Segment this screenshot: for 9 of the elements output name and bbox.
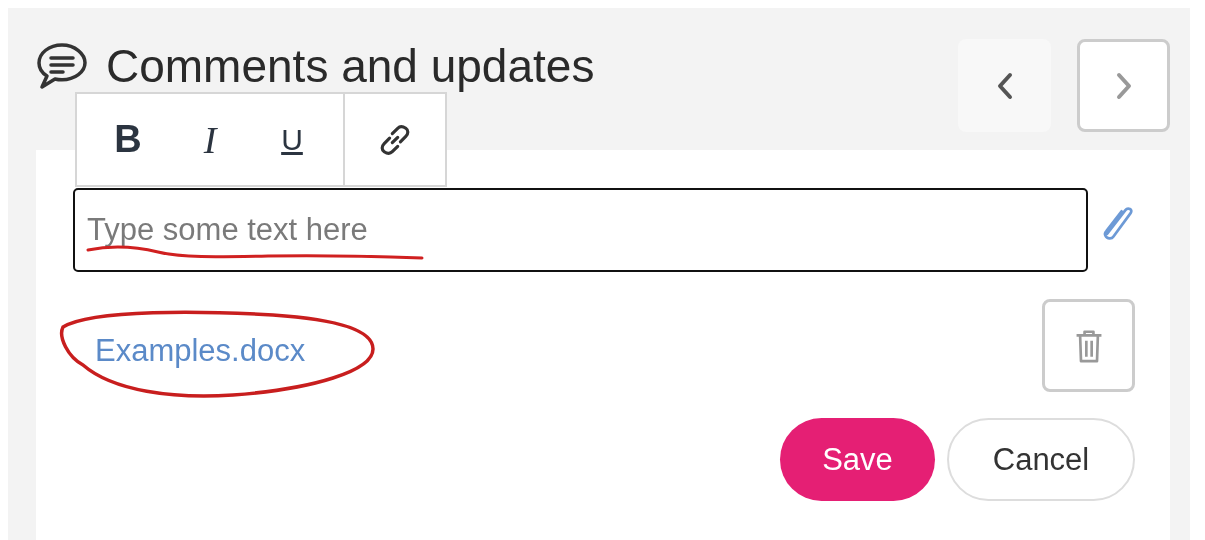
delete-button[interactable] xyxy=(1042,299,1135,392)
cancel-button[interactable]: Cancel xyxy=(947,418,1135,501)
underline-button[interactable]: U xyxy=(261,109,323,170)
next-button[interactable] xyxy=(1077,39,1170,132)
bold-button[interactable]: B xyxy=(97,109,159,170)
comment-input-field[interactable]: Type some text here xyxy=(73,188,1088,272)
comment-icon xyxy=(36,42,88,90)
italic-button[interactable]: I xyxy=(179,109,241,170)
save-button[interactable]: Save xyxy=(780,418,935,501)
